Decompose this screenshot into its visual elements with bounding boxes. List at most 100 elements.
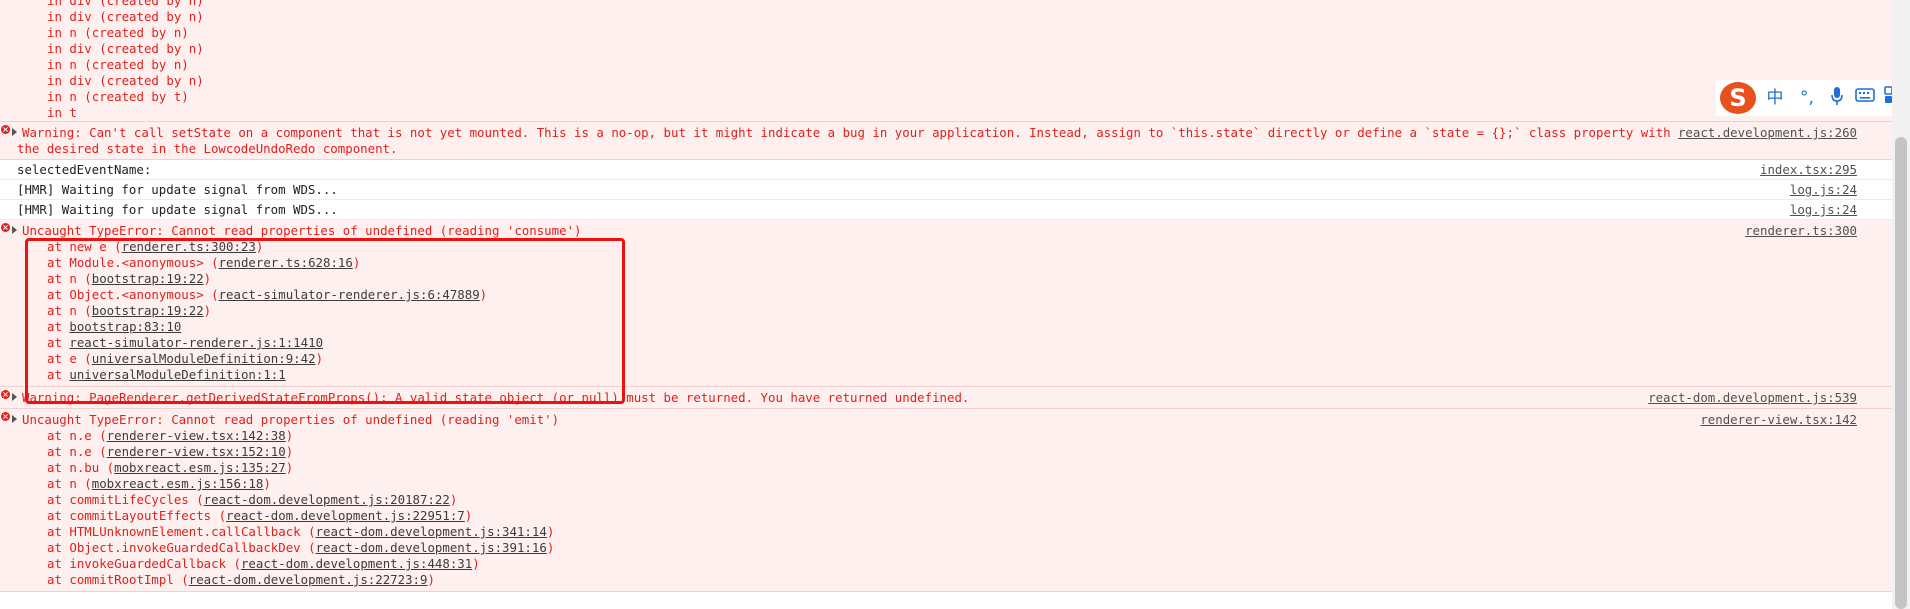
vertical-scrollbar[interactable]: [1892, 0, 1910, 609]
scrollbar-thumb[interactable]: [1895, 137, 1907, 609]
stack-frame: at invokeGuardedCallback (react-dom.deve…: [0, 556, 1892, 572]
stack-frame-close: ): [255, 239, 264, 254]
stack-frame-link[interactable]: bootstrap:19:22: [92, 271, 204, 286]
stack-frame-link[interactable]: react-dom.development.js:22951:7: [226, 508, 465, 523]
stack-frame-function: at: [47, 319, 70, 334]
stack-frame-link[interactable]: react-simulator-renderer.js:1:1410: [69, 335, 323, 350]
stack-frame-function: at n.e (: [47, 428, 107, 443]
source-link[interactable]: index.tsx:295: [1760, 162, 1857, 178]
error-message: Uncaught TypeError: Cannot read properti…: [22, 223, 582, 238]
console-entry-warning[interactable]: × Warning: Can't call setState on a comp…: [0, 122, 1892, 160]
stack-frame-link[interactable]: react-simulator-renderer.js:6:47889: [219, 287, 480, 302]
stack-frame: in div (created by n): [47, 0, 204, 8]
stack-frame-link[interactable]: renderer-view.tsx:142:38: [107, 428, 286, 443]
stack-frame-function: at commitLayoutEffects (: [47, 508, 227, 523]
ime-toolbar: S 中 °,: [1716, 80, 1910, 116]
stack-frame-link[interactable]: react-dom.development.js:20187:22: [204, 492, 450, 507]
console-entry-error[interactable]: × Uncaught TypeError: Cannot read proper…: [0, 220, 1892, 387]
stack-frame: at commitRootImpl (react-dom.development…: [0, 572, 1892, 588]
source-link[interactable]: renderer.ts:300: [1745, 223, 1857, 239]
stack-frame-link[interactable]: react-dom.development.js:341:14: [316, 524, 547, 539]
stack-frame-close: ): [479, 287, 488, 302]
stack-frame-close: ): [546, 524, 555, 539]
stack-frame: at Object.<anonymous> (react-simulator-r…: [0, 287, 1892, 303]
stack-frame-link[interactable]: react-dom.development.js:448:31: [241, 556, 472, 571]
stack-frame: in n (created by n): [47, 57, 189, 72]
sogou-logo-icon[interactable]: S: [1720, 82, 1756, 114]
stack-frame: at new e (renderer.ts:300:23): [0, 239, 1892, 255]
stack-frame-function: at new e (: [47, 239, 122, 254]
stack-frame-function: at n (: [47, 476, 92, 491]
stack-frame-function: at: [47, 335, 70, 350]
ime-punctuation[interactable]: °,: [1796, 86, 1818, 110]
stack-frame: in div (created by n): [47, 41, 204, 56]
stack-frame: at bootstrap:83:10: [0, 319, 1892, 335]
stack-frame-link[interactable]: renderer.ts:628:16: [219, 255, 353, 270]
devtools-console: in div (created by n) in div (created by …: [0, 0, 1892, 609]
expand-caret-icon[interactable]: [12, 415, 17, 423]
stack-frame: at HTMLUnknownElement.callCallback (reac…: [0, 524, 1892, 540]
stack-frame-function: at Module.<anonymous> (: [47, 255, 219, 270]
stack-frame: in n (created by n): [47, 25, 189, 40]
source-link[interactable]: log.js:24: [1790, 182, 1857, 198]
stack-frame-link[interactable]: mobxreact.esm.js:135:27: [114, 460, 286, 475]
source-link[interactable]: log.js:24: [1790, 202, 1857, 218]
console-entry-error[interactable]: × Uncaught TypeError: Cannot read proper…: [0, 409, 1892, 592]
warning-message: Warning: PageRenderer.getDerivedStateFro…: [22, 390, 970, 405]
source-link[interactable]: react-dom.development.js:539: [1648, 390, 1857, 406]
stack-frame: at universalModuleDefinition:1:1: [0, 367, 1892, 383]
stack-frame-link[interactable]: renderer.ts:300:23: [122, 239, 256, 254]
stack-frame-function: at n.e (: [47, 444, 107, 459]
expand-caret-icon[interactable]: [12, 393, 17, 401]
stack-frame-close: ): [315, 351, 324, 366]
stack-frame-function: at n (: [47, 303, 92, 318]
stack-frame-close: ): [203, 271, 212, 286]
stack-frame: at e (universalModuleDefinition:9:42): [0, 351, 1892, 367]
keyboard-icon[interactable]: [1854, 86, 1876, 110]
console-entry-log: [HMR] Waiting for update signal from WDS…: [0, 200, 1892, 220]
stack-frame-close: ): [427, 572, 435, 587]
stack-frame: at n.e (renderer-view.tsx:142:38): [0, 428, 1892, 444]
stack-frame-function: at Object.invokeGuardedCallbackDev (: [47, 540, 316, 555]
stack-frame-function: at e (: [47, 351, 92, 366]
stack-frame: at commitLifeCycles (react-dom.developme…: [0, 492, 1892, 508]
stack-frame-close: ): [263, 476, 271, 491]
console-entry-warning[interactable]: × Warning: PageRenderer.getDerivedStateF…: [0, 387, 1892, 409]
mic-icon[interactable]: [1826, 86, 1848, 110]
stack-frame: at n (bootstrap:19:22): [0, 271, 1892, 287]
log-message: selectedEventName:: [17, 162, 152, 177]
stack-frame-link[interactable]: universalModuleDefinition:9:42: [92, 351, 316, 366]
log-message: [HMR] Waiting for update signal from WDS…: [17, 182, 338, 197]
stack-frame-function: at: [47, 367, 70, 382]
stack-frame-link[interactable]: universalModuleDefinition:1:1: [69, 367, 285, 382]
expand-caret-icon[interactable]: [12, 128, 17, 136]
stack-frame-function: at n.bu (: [47, 460, 115, 475]
stack-frame: at n.bu (mobxreact.esm.js:135:27): [0, 460, 1892, 476]
expand-caret-icon[interactable]: [12, 226, 17, 234]
stack-frame-link[interactable]: react-dom.development.js:22723:9: [189, 572, 428, 587]
stack-frame-link[interactable]: mobxreact.esm.js:156:18: [92, 476, 264, 491]
stack-frame: at n (mobxreact.esm.js:156:18): [0, 476, 1892, 492]
stack-frame-close: ): [285, 428, 294, 443]
stack-frame: at Module.<anonymous> (renderer.ts:628:1…: [0, 255, 1892, 271]
stack-frame-close: ): [449, 492, 458, 507]
stack-frame-close: ): [285, 460, 294, 475]
stack-frame-function: at invokeGuardedCallback (: [47, 556, 241, 571]
stack-frame: at Object.invokeGuardedCallbackDev (reac…: [0, 540, 1892, 556]
stack-frame: at commitLayoutEffects (react-dom.develo…: [0, 508, 1892, 524]
ime-chinese-mode[interactable]: 中: [1764, 86, 1786, 110]
source-link[interactable]: react.development.js:260: [1678, 125, 1857, 141]
stack-frame-link[interactable]: bootstrap:19:22: [92, 303, 204, 318]
stack-frame: in n (created by t): [47, 89, 189, 104]
source-link[interactable]: renderer-view.tsx:142: [1700, 412, 1857, 428]
stack-frame: at react-simulator-renderer.js:1:1410: [0, 335, 1892, 351]
stack-frame-close: ): [472, 556, 480, 571]
console-entry-log: selectedEventName: index.tsx:295: [0, 160, 1892, 180]
stack-frame: at n (bootstrap:19:22): [0, 303, 1892, 319]
log-message: [HMR] Waiting for update signal from WDS…: [17, 202, 338, 217]
stack-frame-link[interactable]: bootstrap:83:10: [69, 319, 181, 334]
stack-frame-link[interactable]: renderer-view.tsx:152:10: [107, 444, 286, 459]
stack-frame: in t: [47, 105, 77, 120]
stack-frame-link[interactable]: react-dom.development.js:391:16: [316, 540, 547, 555]
stack-frame-function: at HTMLUnknownElement.callCallback (: [47, 524, 316, 539]
